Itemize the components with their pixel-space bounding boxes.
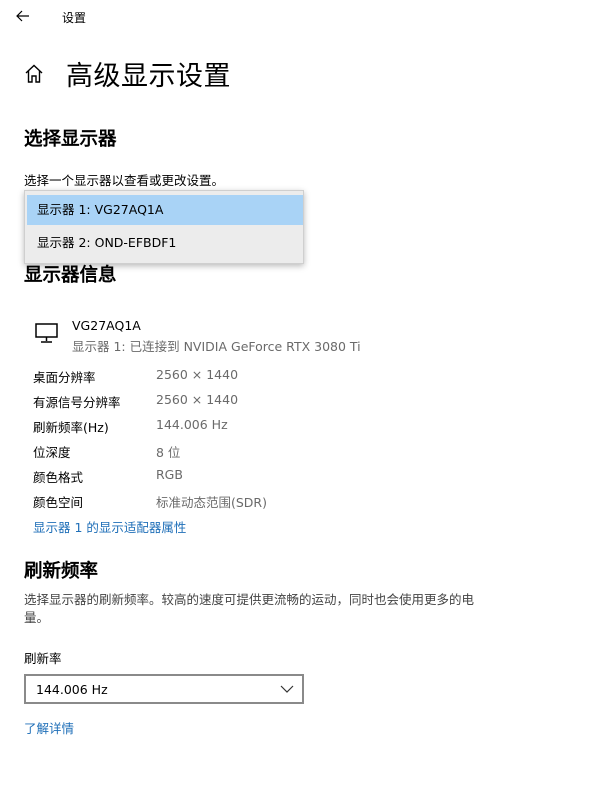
home-icon — [25, 64, 43, 83]
info-row: 颜色格式 RGB — [33, 464, 433, 489]
info-value: 8 位 — [156, 445, 181, 460]
info-label: 刷新频率(Hz) — [33, 420, 109, 435]
info-row: 颜色空间 标准动态范围(SDR) — [33, 489, 433, 514]
info-label: 颜色空间 — [33, 495, 84, 510]
learn-more-link[interactable]: 了解详情 — [24, 718, 74, 737]
info-value: 标准动态范围(SDR) — [156, 495, 267, 510]
info-row: 有源信号分辨率 2560 × 1440 — [33, 389, 433, 414]
refresh-rate-description: 选择显示器的刷新频率。较高的速度可提供更流畅的运动，同时也会使用更多的电量。 — [24, 592, 475, 625]
refresh-rate-label: 刷新率 — [24, 651, 62, 666]
app-title: 设置 — [62, 11, 87, 25]
display-option-2[interactable]: 显示器 2: OND-EFBDF1 — [27, 228, 303, 258]
display-dropdown-list[interactable]: 显示器 1: VG27AQ1A 显示器 2: OND-EFBDF1 — [24, 190, 304, 264]
info-value: 2560 × 1440 — [156, 392, 239, 407]
back-button[interactable] — [8, 2, 38, 30]
refresh-rate-heading: 刷新频率 — [24, 561, 99, 582]
display-info-heading: 显示器信息 — [24, 265, 117, 286]
page-title: 高级显示设置 — [66, 61, 231, 92]
select-display-heading: 选择显示器 — [24, 129, 117, 150]
info-label: 有源信号分辨率 — [33, 395, 121, 410]
info-value: 2560 × 1440 — [156, 367, 239, 382]
arrow-left-icon — [16, 10, 29, 22]
refresh-rate-select[interactable]: 144.006 Hz — [24, 674, 304, 704]
monitor-subtitle: 显示器 1: 已连接到 NVIDIA GeForce RTX 3080 Ti — [72, 339, 361, 354]
display-option-1[interactable]: 显示器 1: VG27AQ1A — [27, 195, 303, 225]
info-row: 刷新频率(Hz) 144.006 Hz — [33, 414, 433, 439]
info-label: 桌面分辨率 — [33, 370, 96, 385]
info-row: 位深度 8 位 — [33, 439, 433, 464]
info-label: 颜色格式 — [33, 470, 84, 485]
info-row: 桌面分辨率 2560 × 1440 — [33, 364, 433, 389]
display-info-table: 桌面分辨率 2560 × 1440 有源信号分辨率 2560 × 1440 刷新… — [33, 364, 433, 514]
monitor-icon — [35, 323, 58, 343]
info-value: 144.006 Hz — [156, 417, 228, 432]
display-adapter-properties-link[interactable]: 显示器 1 的显示适配器属性 — [33, 517, 186, 536]
info-value: RGB — [156, 467, 183, 482]
info-label: 位深度 — [33, 445, 71, 460]
chevron-down-icon — [280, 685, 294, 693]
select-display-description: 选择一个显示器以查看或更改设置。 — [24, 173, 225, 188]
monitor-name: VG27AQ1A — [72, 318, 141, 333]
refresh-rate-value: 144.006 Hz — [36, 682, 108, 697]
title-bar: 设置 — [0, 0, 589, 34]
